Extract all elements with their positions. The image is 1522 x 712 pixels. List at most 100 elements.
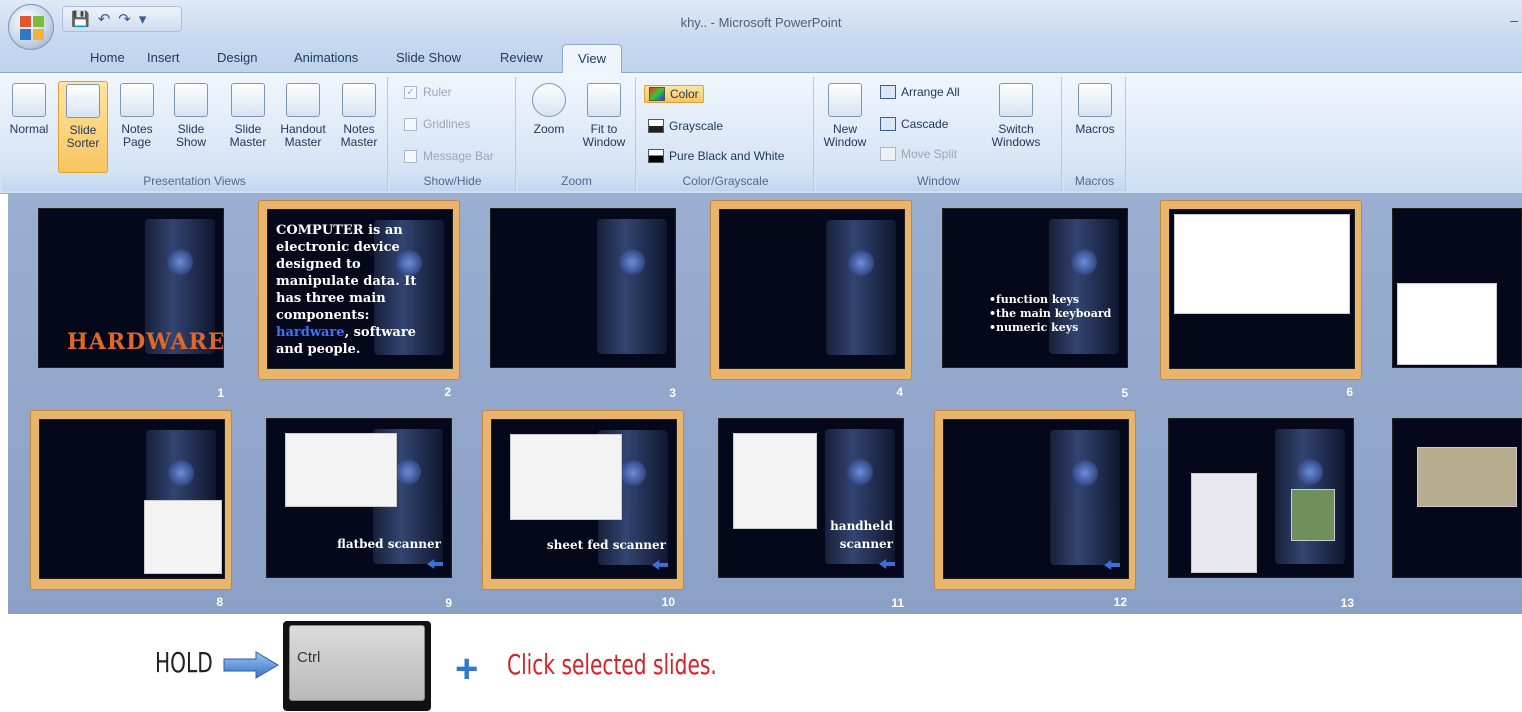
slide-master-icon	[231, 83, 265, 117]
presentation-views-group: Normal Slide Sorter Notes Page Slide Sho…	[2, 77, 388, 191]
slide-number: 9	[445, 596, 452, 610]
tab-review[interactable]: Review	[500, 50, 543, 65]
slide-number: 6	[1346, 385, 1353, 399]
slide-thumbnail-selected[interactable]: 6	[1160, 200, 1362, 399]
zoom-group: Zoom Fit to Window Zoom	[518, 77, 636, 191]
slide-thumbnail[interactable]: •function keys •the main keyboard •numer…	[934, 200, 1136, 400]
tab-design[interactable]: Design	[217, 50, 257, 65]
slide-number: 2	[444, 385, 451, 399]
notes-master-icon	[342, 83, 376, 117]
slide-number: 13	[1340, 596, 1354, 610]
color-button[interactable]: Color	[644, 85, 704, 103]
group-label: Window	[816, 174, 1061, 191]
keyboard-diagram-image	[1174, 214, 1350, 314]
slide-number: 11	[891, 596, 904, 610]
group-label: Color/Grayscale	[638, 174, 813, 191]
ctrl-key-image: Ctrl	[283, 621, 431, 711]
slide-thumbnail-selected[interactable]: 8	[30, 410, 232, 609]
slide-preview	[1392, 418, 1522, 578]
tab-view[interactable]: View	[562, 44, 622, 73]
slide-text: COMPUTER is an electronic device designe…	[276, 223, 417, 357]
group-label: Macros	[1064, 174, 1125, 191]
slide-thumbnail[interactable]	[1384, 200, 1522, 380]
office-logo-icon	[20, 16, 44, 40]
macros-button[interactable]: Macros	[1070, 81, 1120, 173]
slide-preview	[490, 208, 676, 368]
slide-thumbnail-selected[interactable]: 4	[710, 200, 912, 399]
slide-number: 8	[216, 595, 223, 609]
normal-view-button[interactable]: Normal	[4, 81, 54, 173]
ruler-checkbox[interactable]: ✓ Ruler	[404, 85, 452, 99]
slide-caption: handheld	[830, 519, 893, 533]
arrange-all-button[interactable]: Arrange All	[880, 85, 960, 99]
checkmark-icon: ✓	[404, 85, 417, 99]
slide-thumbnail[interactable]: flatbed scanner 9	[258, 410, 460, 610]
slide-caption: flatbed scanner	[337, 537, 441, 551]
switch-windows-button[interactable]: Switch Windows	[984, 81, 1048, 173]
slide-preview	[719, 209, 905, 369]
slide-number: 4	[896, 385, 903, 399]
pure-black-white-button[interactable]: Pure Black and White	[648, 149, 784, 163]
gridlines-checkbox[interactable]: Gridlines	[404, 117, 470, 131]
office-button[interactable]	[8, 4, 54, 50]
sheet-fed-scanner-image	[510, 434, 622, 520]
ribbon-tabs: Home Insert Design Animations Slide Show…	[0, 42, 1522, 73]
computer-image	[1050, 430, 1120, 565]
notes-page-icon	[120, 83, 154, 117]
move-split-button[interactable]: Move Split	[880, 147, 957, 161]
slide-thumbnail[interactable]: handheld scanner 11	[710, 410, 912, 610]
black-white-icon	[648, 149, 664, 163]
notes-page-button[interactable]: Notes Page	[112, 81, 162, 173]
slide-thumbnail-selected[interactable]: 12	[934, 410, 1136, 609]
slide-thumbnail[interactable]	[1384, 410, 1522, 590]
grayscale-button[interactable]: Grayscale	[648, 119, 723, 133]
new-window-button[interactable]: New Window	[820, 81, 870, 173]
slide-preview: sheet fed scanner	[491, 419, 677, 579]
fit-to-window-button[interactable]: Fit to Window	[576, 81, 632, 173]
handout-master-button[interactable]: Handout Master	[278, 81, 328, 173]
move-split-icon	[880, 147, 896, 161]
slide-caption: scanner	[839, 537, 893, 551]
slide-preview: COMPUTER is an electronic device designe…	[267, 209, 453, 369]
tab-animations[interactable]: Animations	[294, 50, 358, 65]
message-bar-checkbox[interactable]: Message Bar	[404, 149, 494, 163]
tab-home[interactable]: Home	[90, 50, 125, 65]
minimize-icon[interactable]: –	[1510, 12, 1518, 28]
group-label: Presentation Views	[2, 174, 387, 191]
plus-icon: +	[455, 647, 479, 691]
tab-insert[interactable]: Insert	[147, 50, 180, 65]
slide-sorter-icon	[66, 84, 100, 118]
macros-icon	[1078, 83, 1112, 117]
slide-thumbnail[interactable]: 13	[1160, 410, 1362, 610]
slide-preview	[943, 419, 1129, 579]
zoom-button[interactable]: Zoom	[524, 81, 574, 173]
circuit-board-image	[1291, 489, 1335, 541]
slide-thumbnail[interactable]: 3	[482, 200, 684, 400]
slide-show-button[interactable]: Slide Show	[166, 81, 216, 173]
slide-number: 10	[661, 595, 675, 609]
slide-sorter-button[interactable]: Slide Sorter	[58, 81, 108, 173]
handheld-scanner-image	[733, 433, 817, 529]
window-title: khy.. - Microsoft PowerPoint	[680, 15, 842, 30]
ribbon: Normal Slide Sorter Notes Page Slide Sho…	[0, 72, 1522, 194]
color-icon	[649, 87, 665, 101]
checkbox-box	[404, 149, 417, 163]
slide-thumbnail-selected[interactable]: sheet fed scanner 10	[482, 410, 684, 609]
normal-view-icon	[12, 83, 46, 117]
switch-windows-icon	[999, 83, 1033, 117]
grayscale-icon	[648, 119, 664, 133]
cascade-button[interactable]: Cascade	[880, 117, 948, 131]
notes-master-button[interactable]: Notes Master	[334, 81, 384, 173]
tab-slide-show[interactable]: Slide Show	[396, 50, 461, 65]
slide-number: 3	[669, 386, 676, 400]
slide-preview	[1392, 208, 1522, 368]
color-grayscale-group: Color Grayscale Pure Black and White Col…	[638, 77, 814, 191]
window-group: New Window Arrange All Cascade Move Spli…	[816, 77, 1062, 191]
slide-preview: HARDWARE	[38, 208, 224, 368]
slide-thumbnail[interactable]: HARDWARE 1	[30, 200, 232, 400]
flatbed-scanner-image	[285, 433, 397, 507]
slide-master-button[interactable]: Slide Master	[223, 81, 273, 173]
slide-thumbnail-selected[interactable]: COMPUTER is an electronic device designe…	[258, 200, 460, 399]
handout-master-icon	[286, 83, 320, 117]
group-label: Zoom	[518, 174, 635, 191]
